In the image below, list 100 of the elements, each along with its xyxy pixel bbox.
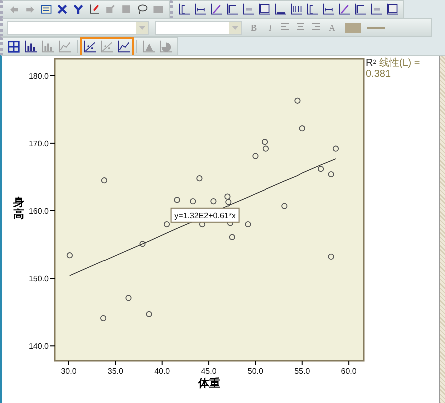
pie-chart-icon: [159, 40, 173, 54]
bar-chart-icon: [24, 40, 38, 54]
data-point: [126, 295, 132, 302]
data-point: [199, 221, 206, 228]
toolbar-button[interactable]: [289, 2, 303, 17]
scatter-chart-icon: [83, 40, 97, 54]
data-point: [328, 171, 334, 178]
table-icon: [7, 40, 21, 54]
data-point: [66, 252, 73, 259]
chart-element-icon: [338, 3, 350, 16]
toolbar-button[interactable]: [39, 2, 53, 17]
scrollbar[interactable]: [439, 56, 445, 403]
y-tick-label: 150.0: [28, 274, 49, 284]
chart-element-icon: [386, 3, 398, 16]
data-point: [174, 197, 180, 204]
chart-element-icon: [290, 3, 302, 16]
chart-element-icon: [274, 3, 286, 16]
x-tick-label: 35.0: [108, 367, 124, 376]
annotation: y=1.32E2+0.61*x: [174, 211, 236, 220]
x-tick: [255, 360, 256, 366]
data-point: [164, 221, 170, 228]
x-tick: [68, 360, 70, 366]
data-point: [190, 198, 196, 205]
y-tick: [50, 346, 56, 347]
chart-element-icon: [322, 3, 334, 16]
y-tick: [50, 142, 56, 144]
data-point: [210, 198, 217, 205]
x-tick-label: 30.0: [61, 367, 77, 376]
caret-icon: [138, 26, 146, 30]
toolbar-button[interactable]: [353, 2, 367, 17]
x-tick: [162, 360, 163, 366]
equation-label: y=1.32E2+0.61*x: [170, 208, 240, 223]
x-tick: [348, 360, 350, 366]
x-tick-label: 40.0: [154, 367, 170, 376]
data-point: [146, 311, 152, 318]
data-point: [229, 234, 236, 240]
data-point: [328, 254, 334, 260]
x-tick-label: 55.0: [294, 367, 310, 376]
data-point: [140, 241, 146, 248]
toolbar-button[interactable]: [273, 2, 287, 17]
list-icon: [40, 3, 52, 16]
chart-type-button[interactable]: [24, 39, 38, 54]
data-point: [100, 315, 107, 322]
x-tick: [208, 360, 210, 366]
data-point: [252, 153, 259, 160]
x-tick: [115, 360, 116, 366]
y-axis-title: 身高: [14, 196, 24, 221]
area-chart-icon: [142, 40, 156, 54]
data-point: [294, 98, 301, 104]
toolbar-button[interactable]: [87, 2, 101, 17]
toolbar-button[interactable]: [321, 2, 335, 17]
caret-icon: [232, 26, 238, 30]
fill-color-icon[interactable]: [344, 22, 361, 32]
y-tick-label: 140.0: [28, 342, 49, 352]
y-icon: [72, 3, 84, 16]
chart-element-icon: [258, 3, 270, 16]
toolbar-button[interactable]: [369, 2, 383, 17]
data-point: [196, 176, 203, 182]
toolbar-button[interactable]: [193, 2, 207, 17]
chart-element-icon: [226, 3, 238, 16]
data-point: [245, 221, 252, 228]
data-point: [101, 178, 108, 184]
scatter-chart-icon: [100, 40, 114, 54]
axis-pen-icon: [88, 3, 100, 16]
chart-element-icon: [306, 3, 318, 16]
toolbar-button[interactable]: [241, 2, 255, 17]
resize-icon: [104, 3, 116, 16]
toolbar-button[interactable]: [337, 2, 351, 17]
y-tick: [50, 210, 56, 212]
y-tick-label: 170.0: [28, 139, 49, 148]
chart-element-icon: [178, 3, 190, 16]
line-chart-icon: [117, 40, 131, 54]
chart-type-button[interactable]: [117, 39, 131, 54]
square-icon: [120, 3, 132, 16]
toolbar-button[interactable]: [209, 2, 223, 17]
toolbar-button[interactable]: [177, 2, 191, 17]
data-point: [318, 166, 324, 172]
toolbar-button[interactable]: [305, 2, 319, 17]
y-tick: [50, 75, 56, 76]
y-tick-label: 160.0: [28, 207, 49, 216]
toolbar-button[interactable]: [385, 2, 399, 17]
x-tick: [302, 360, 303, 366]
chart-type-button[interactable]: [83, 39, 97, 54]
chart-element-icon: [194, 3, 206, 16]
chart-element-icon: [354, 3, 366, 16]
bar-chart-icon: [41, 40, 55, 54]
chart-element-icon: [242, 3, 254, 16]
x-icon: [56, 3, 68, 16]
data-point: [299, 126, 306, 132]
toolbar-button[interactable]: [135, 2, 149, 17]
x-tick-label: 60.0: [341, 367, 357, 376]
toolbar-button[interactable]: [225, 2, 239, 17]
line-chart-icon: [58, 40, 72, 54]
y-tick: [50, 278, 56, 280]
toolbar-button[interactable]: [257, 2, 271, 17]
toolbar-button[interactable]: [71, 2, 85, 17]
data-point: [282, 203, 288, 210]
toolbar-button[interactable]: [55, 2, 69, 17]
chart-type-button[interactable]: [7, 39, 21, 54]
x-tick-label: 45.0: [201, 367, 217, 376]
